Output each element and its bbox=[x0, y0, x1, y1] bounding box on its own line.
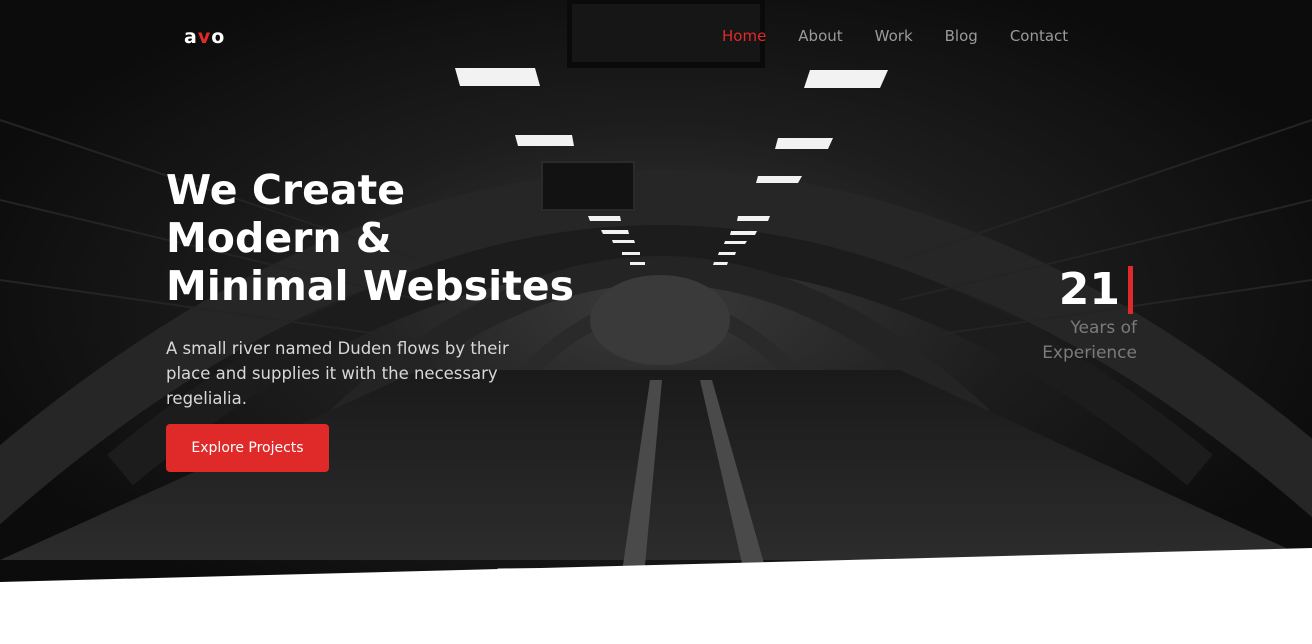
stat-label: Years of Experience bbox=[1017, 316, 1137, 366]
hero-headline: We Create Modern & Minimal Websites bbox=[166, 166, 586, 310]
headline-line-3: Minimal Websites bbox=[166, 262, 574, 310]
logo-part-2: o bbox=[211, 26, 226, 48]
nav-item-home[interactable]: Home bbox=[722, 27, 766, 45]
stat-accent-bar bbox=[1128, 266, 1133, 314]
experience-stat: 21 Years of Experience bbox=[1017, 264, 1137, 366]
nav-item-contact[interactable]: Contact bbox=[1010, 27, 1068, 45]
stat-number: 21 bbox=[1058, 264, 1120, 315]
explore-projects-button[interactable]: Explore Projects bbox=[166, 424, 329, 472]
nav-item-blog[interactable]: Blog bbox=[945, 27, 978, 45]
nav-item-work[interactable]: Work bbox=[875, 27, 913, 45]
stat-label-line-1: Years of bbox=[1070, 318, 1137, 338]
stat-number-row: 21 bbox=[1017, 264, 1137, 316]
logo[interactable]: avo bbox=[184, 26, 225, 48]
main-nav: Home About Work Blog Contact bbox=[722, 27, 1100, 45]
headline-line-1: We Create bbox=[166, 166, 406, 214]
headline-line-2: Modern & bbox=[166, 214, 392, 262]
hero-subtitle: A small river named Duden flows by their… bbox=[166, 339, 509, 408]
logo-accent: v bbox=[197, 26, 212, 48]
hero-section: avo Home About Work Blog Contact We Crea… bbox=[0, 0, 1312, 644]
nav-item-about[interactable]: About bbox=[798, 27, 842, 45]
stat-label-line-2: Experience bbox=[1042, 343, 1137, 363]
logo-part-1: a bbox=[184, 26, 198, 48]
